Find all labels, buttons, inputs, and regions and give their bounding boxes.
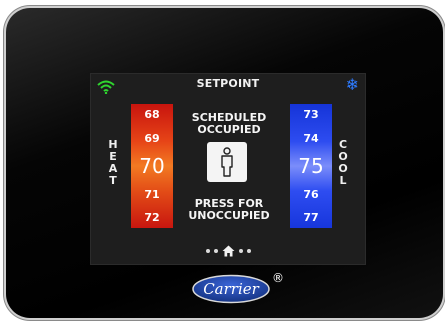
heat-temp-option[interactable]: 68 <box>144 108 159 121</box>
cool-temp-option[interactable]: 74 <box>303 132 318 145</box>
home-icon[interactable] <box>222 245 235 257</box>
heat-letter: T <box>109 174 117 187</box>
heat-setpoint-scroller[interactable]: 68 69 70 71 72 <box>131 104 173 228</box>
thermostat-screen: SETPOINT ❄ H E A T 68 69 70 71 72 SCHEDU… <box>90 73 366 265</box>
heat-temp-option[interactable]: 69 <box>144 132 159 145</box>
heat-temp-option[interactable]: 72 <box>144 211 159 224</box>
heat-label: H E A T <box>107 139 119 187</box>
person-icon <box>221 147 233 177</box>
cool-letter: L <box>339 174 347 187</box>
page-indicator[interactable] <box>91 245 365 257</box>
snowflake-icon[interactable]: ❄ <box>346 77 359 93</box>
registered-mark: ® <box>272 271 284 285</box>
status-line: OCCUPIED <box>197 123 261 136</box>
carrier-logo: Carrier <box>191 274 271 304</box>
setpoint-title: SETPOINT <box>196 77 260 90</box>
cool-setpoint-value[interactable]: 75 <box>298 155 323 177</box>
cool-temp-option[interactable]: 73 <box>303 108 318 121</box>
heat-setpoint-value[interactable]: 70 <box>139 155 164 177</box>
page-dot[interactable] <box>246 249 251 253</box>
cool-label: C O O L <box>337 139 349 187</box>
action-line: UNOCCUPIED <box>188 209 270 222</box>
press-for-unoccupied[interactable]: PRESS FOR UNOCCUPIED <box>177 198 281 222</box>
cool-temp-option[interactable]: 77 <box>303 211 318 224</box>
cool-setpoint-scroller[interactable]: 73 74 75 76 77 <box>290 104 332 228</box>
cool-temp-option[interactable]: 76 <box>303 188 318 201</box>
page-dot[interactable] <box>238 249 243 253</box>
heat-temp-option[interactable]: 71 <box>144 188 159 201</box>
schedule-status: SCHEDULED OCCUPIED <box>177 112 281 136</box>
occupancy-button[interactable] <box>207 142 247 182</box>
page-dot[interactable] <box>213 249 218 253</box>
page-dot[interactable] <box>205 249 210 253</box>
brand-name: Carrier <box>203 280 259 298</box>
